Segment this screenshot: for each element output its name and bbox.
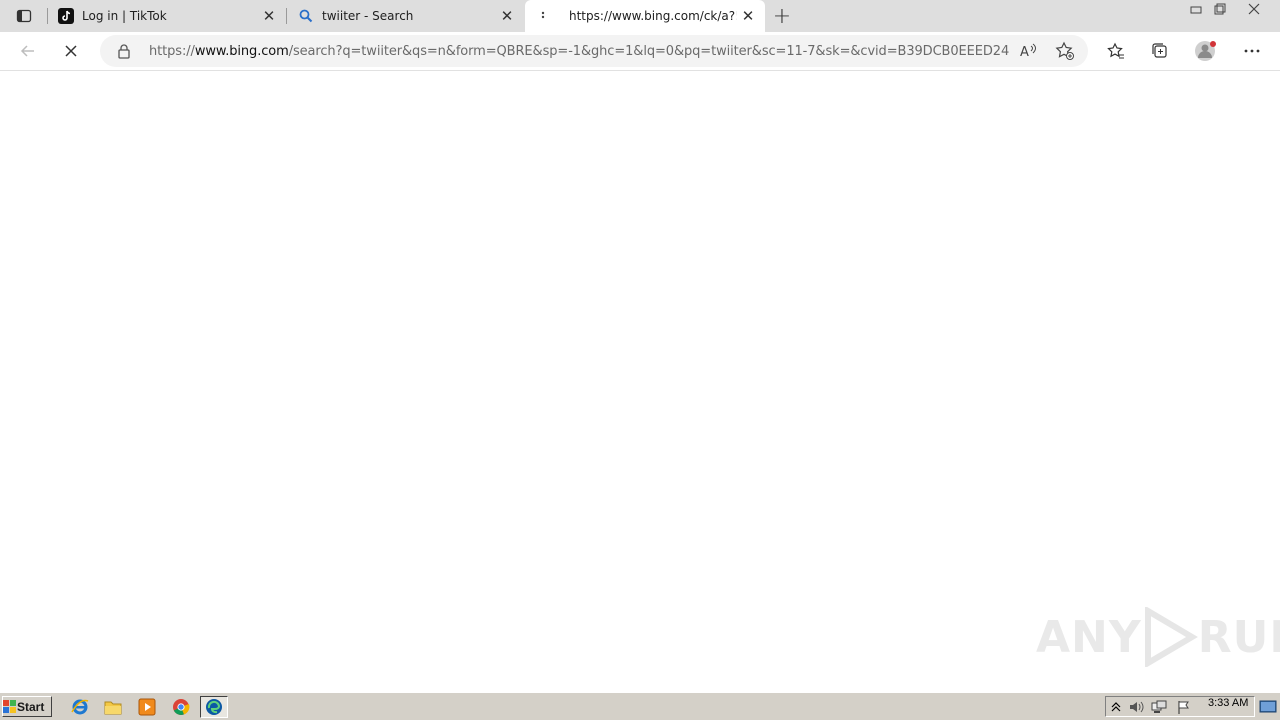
show-hidden-icons-button[interactable] bbox=[1108, 699, 1124, 715]
tab-bing-redirect[interactable]: https://www.bing.com/ck/a?!&& ✕ bbox=[525, 0, 765, 32]
avatar-icon bbox=[1195, 41, 1216, 61]
close-tab-icon[interactable]: ✕ bbox=[496, 5, 518, 27]
minimize-icon bbox=[1190, 6, 1202, 14]
tab-actions-button[interactable] bbox=[6, 4, 42, 28]
chrome-taskbar-icon[interactable] bbox=[171, 697, 191, 717]
restore-button[interactable] bbox=[1208, 0, 1232, 18]
loading-icon bbox=[535, 8, 551, 24]
lock-icon[interactable] bbox=[116, 43, 132, 59]
play-logo-icon bbox=[1144, 607, 1198, 667]
star-add-icon bbox=[1055, 41, 1074, 60]
favorites-icon bbox=[1107, 42, 1124, 59]
windows-logo-icon bbox=[3, 699, 16, 713]
url-host: www.bing.com bbox=[194, 44, 289, 59]
start-button[interactable]: Start bbox=[2, 696, 52, 717]
read-aloud-icon: A bbox=[1020, 43, 1036, 59]
more-icon bbox=[1244, 49, 1260, 53]
read-aloud-button[interactable]: A bbox=[1018, 40, 1040, 62]
watermark-left: ANY bbox=[1036, 611, 1142, 663]
media-player-taskbar-icon[interactable] bbox=[137, 697, 157, 717]
restore-icon bbox=[1214, 3, 1226, 15]
browser-toolbar: https://www.bing.com/search?q=twiiter&qs… bbox=[0, 32, 1280, 71]
favorites-button[interactable] bbox=[1101, 36, 1131, 66]
anyrun-watermark: ANY RUN bbox=[1036, 607, 1280, 667]
collections-button[interactable] bbox=[1145, 36, 1175, 66]
minimize-button[interactable] bbox=[1184, 0, 1208, 18]
show-desktop-icon[interactable] bbox=[1259, 699, 1277, 715]
add-favorite-button[interactable] bbox=[1054, 40, 1076, 62]
tab-search[interactable]: twiiter - Search ✕ bbox=[288, 0, 524, 32]
file-explorer-taskbar-icon[interactable] bbox=[103, 697, 123, 717]
profile-button[interactable] bbox=[1191, 36, 1221, 66]
collections-icon bbox=[1152, 43, 1167, 58]
taskbar: Start 3:33 AM bbox=[0, 692, 1280, 720]
network-icon[interactable] bbox=[1151, 699, 1167, 715]
action-center-flag-icon[interactable] bbox=[1176, 699, 1192, 715]
page-content bbox=[0, 71, 1280, 692]
tab-title: Log in | TikTok bbox=[82, 9, 167, 23]
close-tab-icon[interactable]: ✕ bbox=[258, 5, 280, 27]
close-icon bbox=[1248, 3, 1260, 15]
tab-title: https://www.bing.com/ck/a?!&& bbox=[569, 9, 737, 23]
stop-loading-button[interactable] bbox=[56, 36, 86, 66]
tab-actions-icon bbox=[16, 9, 32, 23]
clock[interactable]: 3:33 AM bbox=[1208, 697, 1248, 709]
url-path: /search?q=twiiter&qs=n&form=QBRE&sp=-1&g… bbox=[288, 44, 1009, 59]
tab-strip: Log in | TikTok ✕ twiiter - Search ✕ htt… bbox=[0, 0, 1280, 32]
back-arrow-icon bbox=[20, 45, 34, 57]
ie-taskbar-icon[interactable] bbox=[70, 697, 90, 717]
edge-taskbar-icon[interactable] bbox=[200, 696, 228, 718]
tab-tiktok[interactable]: Log in | TikTok ✕ bbox=[48, 0, 286, 32]
chevron-up-icon bbox=[1111, 702, 1121, 712]
url-text[interactable]: https://www.bing.com/search?q=twiiter&qs… bbox=[149, 44, 1009, 59]
stop-icon bbox=[65, 45, 77, 57]
address-bar[interactable]: https://www.bing.com/search?q=twiiter&qs… bbox=[100, 35, 1088, 67]
tiktok-icon bbox=[58, 8, 74, 24]
back-button[interactable] bbox=[13, 36, 43, 66]
close-tab-icon[interactable]: ✕ bbox=[737, 5, 759, 27]
search-icon bbox=[298, 8, 314, 24]
close-window-button[interactable] bbox=[1236, 0, 1272, 18]
watermark-right: RUN bbox=[1197, 611, 1280, 663]
volume-icon[interactable] bbox=[1128, 699, 1144, 715]
new-tab-button[interactable]: + bbox=[770, 4, 794, 29]
svg-text:A: A bbox=[1020, 45, 1029, 59]
tab-separator bbox=[286, 8, 287, 24]
url-prefix: https:// bbox=[149, 44, 195, 59]
start-label: Start bbox=[17, 699, 45, 714]
settings-more-button[interactable] bbox=[1237, 36, 1267, 66]
tab-title: twiiter - Search bbox=[322, 9, 414, 23]
